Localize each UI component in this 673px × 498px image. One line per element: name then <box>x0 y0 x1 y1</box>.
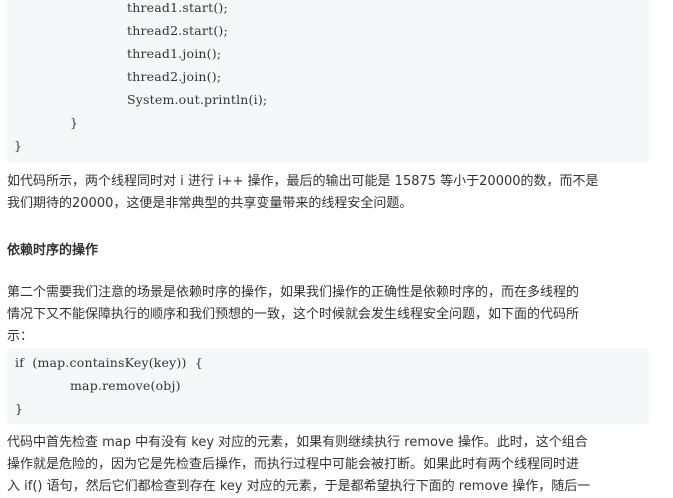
paragraph-line: 操作就是危险的，因为它是先检查后操作，而执行过程中可能会被打断。如果此时有两个线… <box>7 457 580 472</box>
paragraph-line: 入 if() 语句，然后它们都检查到存在 key 对应的元素，于是都希望执行下面… <box>7 479 591 494</box>
code-line: map.remove(obj) <box>70 378 181 393</box>
paragraph-line: 如代码所示，两个线程同时对 i 进行 i++ 操作，最后的输出可能是 15875… <box>7 174 599 189</box>
code-line: } <box>70 115 79 130</box>
code-block-map-example: if (map.containsKey(key)) { map.remove(o… <box>7 348 649 424</box>
code-line: } <box>14 138 23 153</box>
paragraph-check-then-act: 代码中首先检查 map 中有没有 key 对应的元素，如果有则继续执行 remo… <box>7 432 652 498</box>
code-line: if (map.containsKey(key)) { <box>15 355 204 370</box>
paragraph-line: 代码中首先检查 map 中有没有 key 对应的元素，如果有则继续执行 remo… <box>7 435 588 450</box>
code-line: thread2.join(); <box>127 69 222 84</box>
code-line: thread2.start(); <box>127 23 228 38</box>
code-line: } <box>15 401 24 416</box>
paragraph-line: 第二个需要我们注意的场景是依赖时序的操作，如果我们操作的正确性是依赖时序的，而在… <box>7 285 580 300</box>
code-block-thread-example: thread1.start(); thread2.start(); thread… <box>7 0 649 163</box>
paragraph-line: 示： <box>7 329 34 344</box>
paragraph-timing-dependency: 第二个需要我们注意的场景是依赖时序的操作，如果我们操作的正确性是依赖时序的，而在… <box>7 282 652 348</box>
code-line: thread1.join(); <box>127 46 222 61</box>
paragraph-shared-variable: 如代码所示，两个线程同时对 i 进行 i++ 操作，最后的输出可能是 15875… <box>7 171 652 215</box>
code-line: System.out.println(i); <box>127 92 268 107</box>
code-line: thread1.start(); <box>127 0 228 15</box>
section-heading: 依赖时序的操作 <box>7 243 99 258</box>
paragraph-line: 我们期待的20000，这便是非常典型的共享变量带来的线程安全问题。 <box>7 196 413 211</box>
paragraph-line: 情况下又不能保障执行的顺序和我们预想的一致，这个时候就会发生线程安全问题，如下面… <box>7 307 580 322</box>
